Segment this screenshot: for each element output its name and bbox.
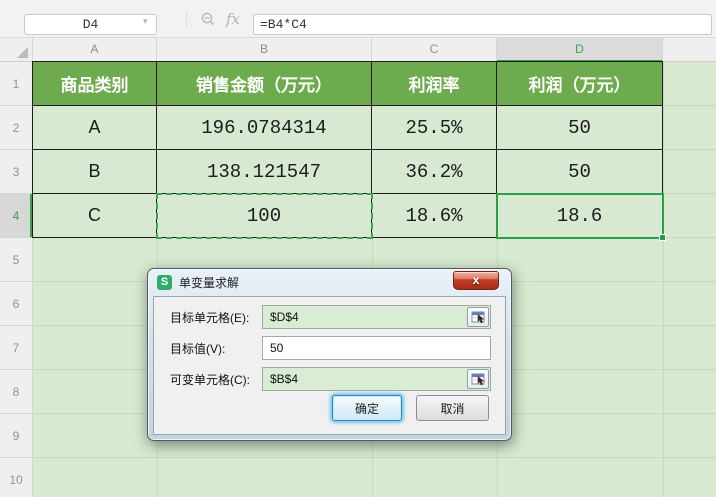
gridline xyxy=(663,62,664,497)
target-cell-row: 目标单元格(E): xyxy=(170,305,491,329)
row-header-10[interactable]: 10 xyxy=(0,458,32,497)
cell-a4[interactable]: C xyxy=(33,194,157,238)
table-header-cell-d1[interactable]: 利润（万元） xyxy=(497,62,663,106)
cancel-button[interactable]: 取消 xyxy=(416,395,489,421)
fill-handle[interactable] xyxy=(659,234,666,241)
cell-b2[interactable]: 196.0784314 xyxy=(157,106,372,150)
column-header-row: A B C D xyxy=(0,38,716,62)
formula-input[interactable] xyxy=(253,14,712,35)
select-all-button[interactable] xyxy=(0,38,33,62)
column-header-filler[interactable] xyxy=(663,38,716,62)
goal-seek-dialog: S 单变量求解 x 目标单元格(E): $D$4 目标值(V): 50 可变单元… xyxy=(147,268,512,441)
name-box-dropdown-icon[interactable]: ▾ xyxy=(143,16,148,27)
ok-button[interactable]: 确定 xyxy=(332,395,402,421)
table-header-cell-c1[interactable]: 利润率 xyxy=(372,62,497,106)
cell-c3[interactable]: 36.2% xyxy=(372,150,497,194)
spreadsheet-app: ▾ fx A B C D 1 2 3 4 5 6 7 8 9 10 xyxy=(0,0,716,497)
column-header-d-selected[interactable]: D xyxy=(497,38,663,62)
cell-d4-selected[interactable]: 18.6 xyxy=(497,194,663,238)
table-header-cell-b1[interactable]: 销售金额（万元） xyxy=(157,62,372,106)
row-header-7[interactable]: 7 xyxy=(0,326,32,370)
toolbar-divider xyxy=(186,11,187,27)
formula-toolbar: ▾ fx xyxy=(0,0,716,38)
wps-spreadsheet-icon: S xyxy=(157,275,172,290)
cell-b3[interactable]: 138.121547 xyxy=(157,150,372,194)
row-header-1[interactable]: 1 xyxy=(0,62,32,106)
target-value-input[interactable] xyxy=(262,336,491,360)
target-value-label: 目标值(V): xyxy=(170,341,226,356)
row-header-column: 1 2 3 4 5 6 7 8 9 10 xyxy=(0,62,33,497)
row-header-4-selected[interactable]: 4 xyxy=(0,194,32,238)
cell-b4-changing-cell[interactable]: 100 xyxy=(157,194,372,238)
cell-c2[interactable]: 25.5% xyxy=(372,106,497,150)
dialog-buttons: 确定 取消 xyxy=(332,395,489,421)
column-header-b[interactable]: B xyxy=(157,38,372,62)
row-header-5[interactable]: 5 xyxy=(0,238,32,282)
target-cell-input[interactable] xyxy=(262,305,491,329)
cell-picker-button[interactable] xyxy=(467,307,489,327)
cell-d2[interactable]: 50 xyxy=(497,106,663,150)
name-box[interactable] xyxy=(24,14,157,35)
close-button[interactable]: x xyxy=(453,271,499,290)
row-header-6[interactable]: 6 xyxy=(0,282,32,326)
zoom-out-icon[interactable] xyxy=(200,11,217,33)
row-header-2[interactable]: 2 xyxy=(0,106,32,150)
cell-picker-button[interactable] xyxy=(467,369,489,389)
row-header-9[interactable]: 9 xyxy=(0,414,32,458)
dialog-title: 单变量求解 xyxy=(179,276,240,290)
data-table: 商品类别 销售金额（万元） 利润率 利润（万元） A 196.0784314 2… xyxy=(32,61,663,238)
table-header-cell-a1[interactable]: 商品类别 xyxy=(33,62,157,106)
dialog-content: 目标单元格(E): 目标值(V): xyxy=(153,296,506,435)
cell-d3[interactable]: 50 xyxy=(497,150,663,194)
fx-icon[interactable]: fx xyxy=(226,10,240,28)
target-value-row: 目标值(V): xyxy=(170,336,491,360)
cell-a2[interactable]: A xyxy=(33,106,157,150)
select-all-triangle-icon xyxy=(17,47,28,58)
changing-cell-label: 可变单元格(C): xyxy=(170,372,250,387)
row-header-8[interactable]: 8 xyxy=(0,370,32,414)
cell-c4[interactable]: 18.6% xyxy=(372,194,497,238)
column-header-a[interactable]: A xyxy=(33,38,157,62)
target-cell-label: 目标单元格(E): xyxy=(170,310,250,325)
row-header-3[interactable]: 3 xyxy=(0,150,32,194)
column-header-c[interactable]: C xyxy=(372,38,497,62)
cell-a3[interactable]: B xyxy=(33,150,157,194)
changing-cell-row: 可变单元格(C): xyxy=(170,367,491,391)
changing-cell-input[interactable] xyxy=(262,367,491,391)
